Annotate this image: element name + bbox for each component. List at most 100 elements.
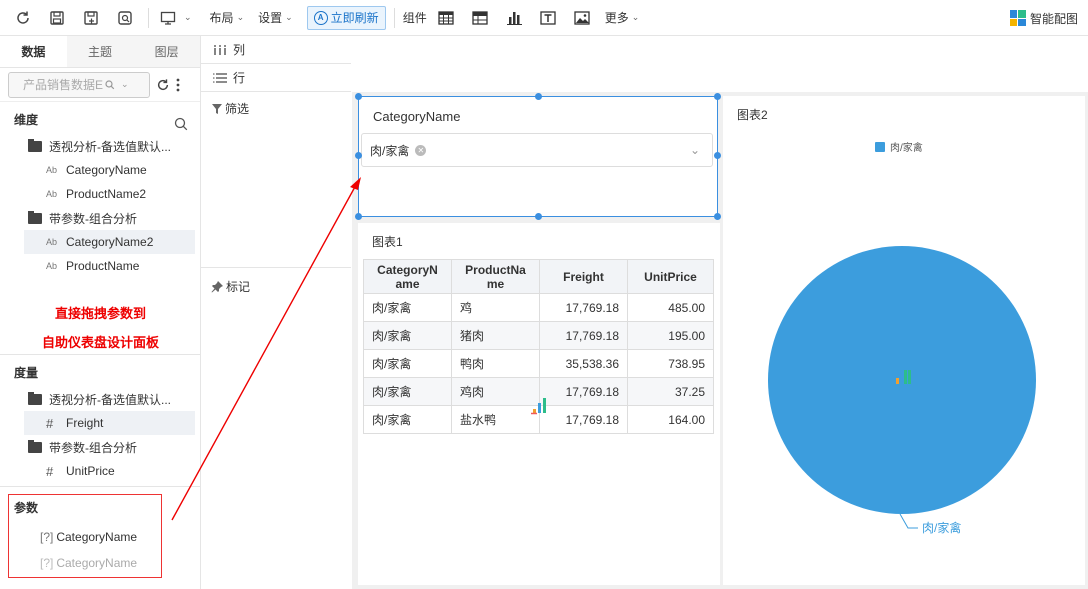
settings-menu[interactable]: 设置 ⌄ bbox=[258, 9, 293, 26]
refresh-now-button[interactable]: A 立即刷新 bbox=[306, 5, 386, 30]
dimensions-title: 维度 bbox=[0, 106, 200, 134]
crosstab-icon[interactable] bbox=[469, 7, 491, 29]
tab-data[interactable]: 数据 bbox=[0, 36, 67, 67]
shelf-divider bbox=[281, 91, 351, 92]
save-as-icon[interactable] bbox=[80, 7, 102, 29]
params-section: 参数 [?] CategoryName [?] CategoryName bbox=[8, 494, 162, 578]
param-label: CategoryName bbox=[56, 530, 138, 544]
table-cell: 195.00 bbox=[627, 321, 714, 350]
image-icon[interactable] bbox=[571, 7, 593, 29]
dimension-field[interactable]: Ab ProductName2 bbox=[0, 182, 200, 206]
field-label: ProductName2 bbox=[66, 187, 147, 201]
pie-chart-component[interactable]: 图表2 肉/家禽 肉/家禽 bbox=[723, 96, 1085, 585]
param-item[interactable]: [?] CategoryName bbox=[9, 550, 161, 576]
param-icon: [?] bbox=[40, 556, 54, 570]
table-cell: 肉/家禽 bbox=[363, 377, 452, 406]
dataset-actions bbox=[156, 78, 180, 92]
text-field-icon: Ab bbox=[46, 237, 58, 247]
resize-handle[interactable] bbox=[714, 93, 721, 100]
marks-label: 标记 bbox=[226, 280, 251, 294]
more-menu[interactable]: 更多 ⌄ bbox=[605, 9, 640, 26]
resize-handle[interactable] bbox=[714, 152, 721, 159]
column-header[interactable]: ProductNa me bbox=[451, 259, 540, 294]
pin-icon bbox=[211, 280, 224, 293]
column-header[interactable]: Freight bbox=[539, 259, 628, 294]
field-label: CategoryName bbox=[66, 163, 147, 177]
search-icon[interactable] bbox=[174, 113, 188, 141]
tab-layers[interactable]: 图层 bbox=[133, 36, 200, 67]
more-vertical-icon[interactable] bbox=[176, 78, 180, 92]
dimension-field[interactable]: Ab ProductName bbox=[0, 254, 200, 278]
resize-handle[interactable] bbox=[714, 213, 721, 220]
folder-icon bbox=[28, 210, 42, 224]
refresh-now-label: 立即刷新 bbox=[330, 11, 379, 25]
chevron-down-icon: ⌄ bbox=[184, 12, 192, 22]
dimension-field[interactable]: Ab CategoryName2 bbox=[24, 230, 195, 254]
resize-handle[interactable] bbox=[355, 152, 362, 159]
field-label: ProductName bbox=[66, 259, 140, 273]
table-row[interactable]: 肉/家禽鸡 17,769.18 485.00 bbox=[363, 293, 714, 322]
dataset-select[interactable]: 产品销售数据E ⌄ bbox=[8, 71, 150, 98]
table-component[interactable]: 图表1 CategoryN ame ProductNa me Freight U… bbox=[358, 223, 720, 585]
dimension-folder[interactable]: 透视分析-备选值默认... bbox=[0, 134, 200, 158]
column-header[interactable]: UnitPrice bbox=[627, 259, 714, 294]
measures-title: 度量 bbox=[14, 366, 39, 380]
measure-folder[interactable]: 带参数-组合分析 bbox=[0, 435, 200, 459]
table-row[interactable]: 肉/家禽 鸭肉 35,538.36 738.95 bbox=[363, 349, 714, 378]
monitor-icon[interactable] bbox=[157, 7, 179, 29]
table-cell: 37.25 bbox=[627, 377, 714, 406]
measure-field[interactable]: # UnitPrice bbox=[0, 459, 200, 483]
dataset-row: 产品销售数据E ⌄ bbox=[0, 68, 200, 102]
param-item[interactable]: [?] CategoryName bbox=[9, 524, 161, 550]
folder-label: 透视分析-备选值默认... bbox=[49, 392, 171, 407]
settings-menu-label: 设置 bbox=[258, 11, 283, 25]
slice-label-leader bbox=[899, 513, 918, 529]
components-label: 组件 bbox=[402, 11, 427, 25]
resize-handle[interactable] bbox=[535, 213, 542, 220]
smart-match-icon bbox=[1009, 10, 1026, 26]
refresh-icon[interactable] bbox=[12, 7, 34, 29]
folder-icon bbox=[28, 439, 42, 453]
shelf-divider bbox=[201, 267, 351, 268]
table-cell: 17,769.18 bbox=[539, 321, 628, 350]
layout-menu[interactable]: 布局 ⌄ bbox=[210, 9, 245, 26]
measure-folder[interactable]: 透视分析-备选值默认... bbox=[0, 387, 200, 411]
table-icon[interactable] bbox=[435, 7, 457, 29]
clear-tag-icon[interactable]: ✕ bbox=[415, 144, 427, 156]
tab-theme[interactable]: 主题 bbox=[67, 36, 134, 67]
toolbar-divider bbox=[148, 7, 149, 28]
marks-shelf[interactable]: 标记 bbox=[201, 270, 250, 295]
toolbar-divider bbox=[393, 7, 395, 28]
resize-handle[interactable] bbox=[355, 93, 362, 100]
search-icon bbox=[105, 79, 115, 90]
filter-shelf[interactable]: 筛选 bbox=[201, 92, 351, 117]
text-field-icon: Ab bbox=[46, 165, 58, 175]
config-panel: 列 行 筛选 标记 bbox=[201, 36, 351, 589]
chart-type-badge-bar bbox=[908, 370, 911, 384]
bar-chart-icon[interactable] bbox=[503, 7, 525, 29]
resize-handle[interactable] bbox=[355, 213, 362, 220]
rows-shelf[interactable]: 行 bbox=[201, 64, 281, 92]
pie-chart: 肉/家禽 bbox=[768, 246, 1036, 535]
columns-shelf[interactable]: 列 bbox=[201, 36, 281, 64]
slice-label: 肉/家禽 bbox=[922, 520, 961, 535]
table-cell: 盐水鸭 bbox=[451, 405, 540, 434]
toolbar: ⌄ 布局 ⌄ 设置 ⌄ A 立即刷新 组件 更多 ⌄ 智能配图 bbox=[0, 0, 1088, 36]
device-menu[interactable]: ⌄ bbox=[181, 12, 192, 23]
dimension-folder[interactable]: 带参数-组合分析 bbox=[0, 206, 200, 230]
measure-field[interactable]: # Freight bbox=[24, 411, 195, 435]
dimension-field[interactable]: Ab CategoryName bbox=[0, 158, 200, 182]
text-box-icon[interactable] bbox=[537, 7, 559, 29]
smart-match-button[interactable]: 智能配图 bbox=[1009, 0, 1078, 36]
save-icon[interactable] bbox=[46, 7, 68, 29]
columns-icon bbox=[213, 44, 227, 55]
filter-component[interactable]: CategoryName 肉/家禽 ✕ ⌄ bbox=[355, 93, 721, 220]
dashboard-canvas[interactable]: CategoryName 肉/家禽 ✕ ⌄ 图表1 CategoryN ame … bbox=[352, 92, 1088, 589]
column-header[interactable]: CategoryN ame bbox=[363, 259, 452, 294]
resize-handle[interactable] bbox=[535, 93, 542, 100]
preview-icon[interactable] bbox=[114, 7, 136, 29]
refresh-icon[interactable] bbox=[156, 78, 170, 92]
table-row[interactable]: 肉/家禽 猪肉 17,769.18 195.00 bbox=[363, 321, 714, 350]
text-field-icon: Ab bbox=[46, 189, 58, 199]
filter-dropdown[interactable]: 肉/家禽 ✕ ⌄ bbox=[361, 133, 713, 167]
